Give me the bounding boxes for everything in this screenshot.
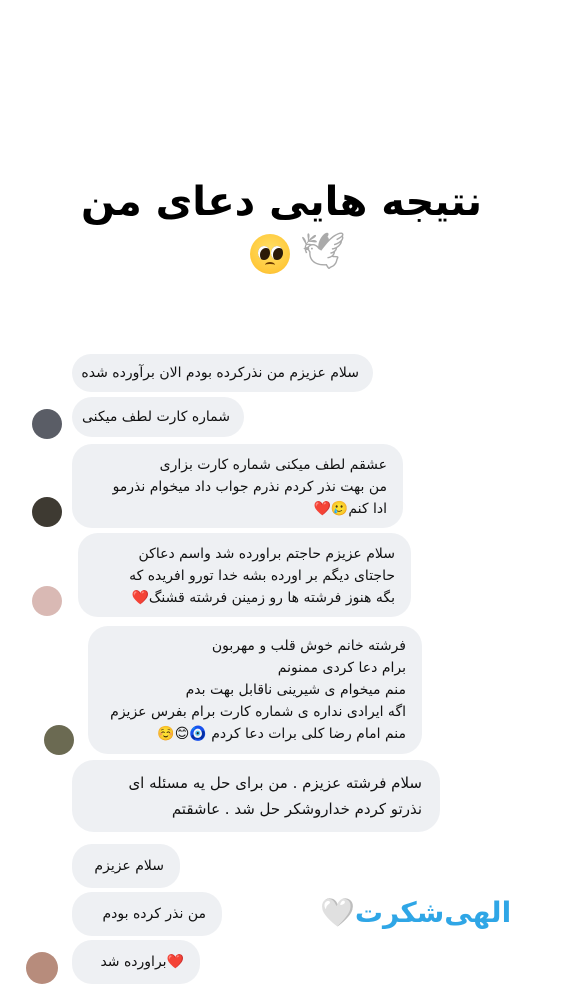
message-line: منم امام رضا کلی برات دعا کردم 🧿😊☺️ (157, 726, 406, 742)
message-bubble: سلام عزیزم من نذرکرده بودم الان برآورده … (72, 354, 373, 392)
page-title: نتیجه هایی دعای من (80, 179, 483, 225)
message-line: من بهت نذر کردم نذرم جواب داد میخوام نذر… (112, 479, 387, 495)
message-bubble: عشقم لطف میکنی شماره کارت بزاری من بهت ن… (72, 444, 403, 528)
pleading-face-icon (250, 234, 290, 274)
message-line: ادا کنم🥲❤️ (313, 501, 387, 517)
message-line: منم میخوام ی شیرینی ناقابل بهت بدم (185, 682, 406, 698)
emoji-row: 🕊 (244, 228, 346, 278)
message-line: عشقم لطف میکنی شماره کارت بزاری (159, 457, 387, 473)
message-bubble: سلام عزیزم (72, 844, 180, 888)
message-line: سلام عزیزم حاجتم براورده شد واسم دعاکن (138, 546, 396, 562)
message-bubble: ❤️براورده شد (72, 940, 200, 984)
message-bubble: سلام فرشته عزیزم . من برای حل یه مسئله ا… (72, 760, 440, 832)
message-bubble: شماره کارت لطف میکنی (72, 397, 244, 437)
message-line: من نذر کرده بودم (102, 906, 206, 922)
avatar (32, 497, 62, 527)
message-line: ❤️براورده شد (100, 954, 184, 970)
message-line: برام دعا کردی ممنونم (277, 660, 406, 676)
message-line: نذرتو کردم خداروشکر حل شد . عاشقتم (171, 800, 422, 818)
message-bubble: سلام عزیزم حاجتم براورده شد واسم دعاکن ح… (78, 533, 411, 617)
avatar (44, 725, 74, 755)
message-bubble: فرشته خانم خوش قلب و مهربون برام دعا کرد… (88, 626, 422, 754)
message-line: حاجتای دیگم بر اورده بشه خدا تورو افریده… (129, 568, 395, 584)
signature-text: الهی‌شکرت🤍 (320, 896, 512, 929)
avatar (26, 952, 58, 984)
message-line: سلام عزیزم من نذرکرده بودم الان برآورده … (81, 365, 359, 381)
message-line: اگه ایرادی نداره ی شماره کارت برام بفرس … (110, 704, 406, 720)
message-line: بگه هنوز فرشته ها رو زمینن فرشته قشنگ❤️ (131, 590, 395, 606)
dove-icon: 🕊 (300, 231, 346, 272)
message-line: فرشته خانم خوش قلب و مهربون (211, 638, 406, 654)
avatar (32, 409, 62, 439)
message-bubble: من نذر کرده بودم (72, 892, 222, 936)
message-line: سلام عزیزم (94, 858, 164, 874)
message-line: شماره کارت لطف میکنی (82, 409, 230, 425)
avatar (32, 586, 62, 616)
message-line: سلام فرشته عزیزم . من برای حل یه مسئله ا… (128, 774, 422, 792)
